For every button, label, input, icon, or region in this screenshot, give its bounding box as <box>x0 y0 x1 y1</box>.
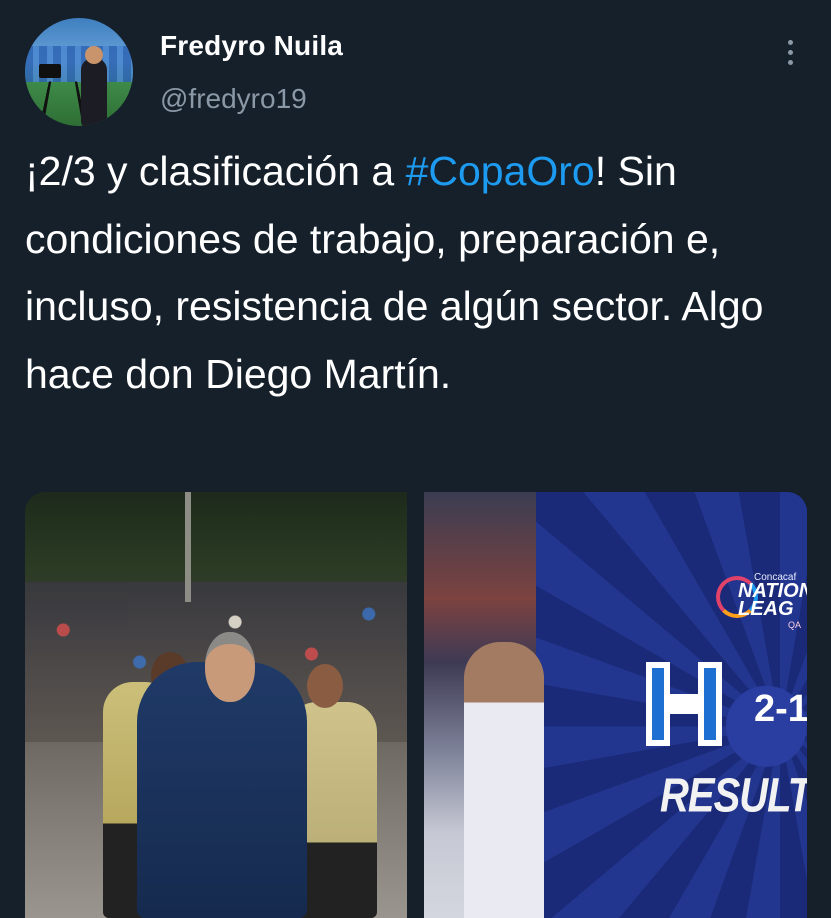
more-vertical-icon-dot <box>787 59 793 65</box>
avatar-person-head <box>85 46 103 64</box>
author-name[interactable]: Fredyro Nuila <box>160 30 343 62</box>
avatar[interactable] <box>25 18 133 126</box>
photo-light-pole <box>185 492 191 602</box>
more-vertical-icon <box>787 39 793 45</box>
nations-league-logo: Concacaf NATIONS LEAG QA <box>716 570 807 640</box>
tweet-text-start: ¡2/3 y clasificación a <box>25 148 406 194</box>
result-player <box>464 642 544 918</box>
more-options-button[interactable] <box>776 34 804 70</box>
avatar-person <box>81 58 107 126</box>
avatar-camera <box>39 64 61 78</box>
tweet-text: ¡2/3 y clasificación a #CopaOro! Sin con… <box>25 138 815 408</box>
more-vertical-icon-dot <box>787 49 793 55</box>
media-photo-result[interactable]: Concacaf NATIONS LEAG QA 2-1 RESULTAD <box>424 492 807 918</box>
league-sub-text: QA <box>788 620 802 630</box>
match-score: 2-1 <box>754 688 807 730</box>
tweet-media: Concacaf NATIONS LEAG QA 2-1 RESULTAD <box>25 492 807 918</box>
league-name-text: NATIONS LEAG <box>738 580 807 620</box>
crest-stripe-right <box>704 668 716 740</box>
photo-player-right-head <box>307 664 343 708</box>
author-handle[interactable]: @fredyro19 <box>160 83 307 115</box>
crest-stripe-left <box>652 668 664 740</box>
media-photo-coach[interactable] <box>25 492 407 918</box>
photo-coach-head <box>205 632 255 702</box>
hashtag-link[interactable]: #CopaOro <box>406 148 595 194</box>
result-label: RESULTAD <box>660 769 807 823</box>
honduras-crest-icon <box>646 662 722 746</box>
